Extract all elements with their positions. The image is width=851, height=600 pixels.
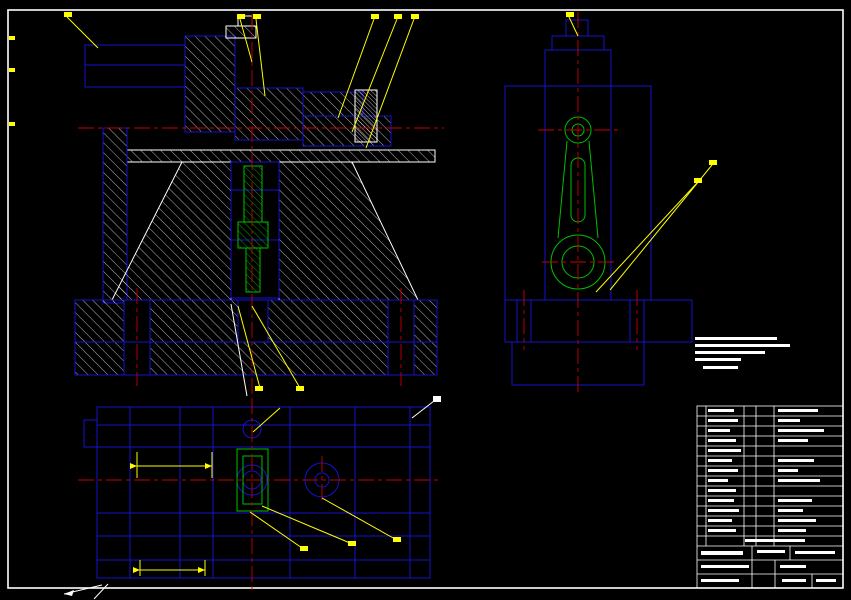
cad-drawing [7,9,844,600]
note-line [695,358,741,361]
plan-outline [96,406,431,579]
ucs-axis-icon [63,583,109,600]
plan-centerlines [78,398,442,590]
technical-notes [695,337,790,369]
note-line [695,351,765,354]
side-base [504,299,693,343]
plan-dimensions [130,452,213,576]
note-line [695,344,790,347]
bracket-outline [84,44,186,88]
cone-left-wall [111,161,232,301]
plan-view [78,398,442,590]
title-block-text-bars [701,550,836,582]
workpiece-section [237,165,269,293]
cone-right-wall [278,161,419,301]
note-line [703,366,738,369]
parts-list-table [696,405,844,589]
title-block [697,546,843,588]
parts-list-text-bars [708,409,824,542]
front-section-view [74,14,444,396]
cad-canvas[interactable] [0,0,851,600]
side-centerlines [523,12,638,392]
note-line [695,337,777,340]
side-view [504,12,693,392]
column-section [184,35,236,133]
